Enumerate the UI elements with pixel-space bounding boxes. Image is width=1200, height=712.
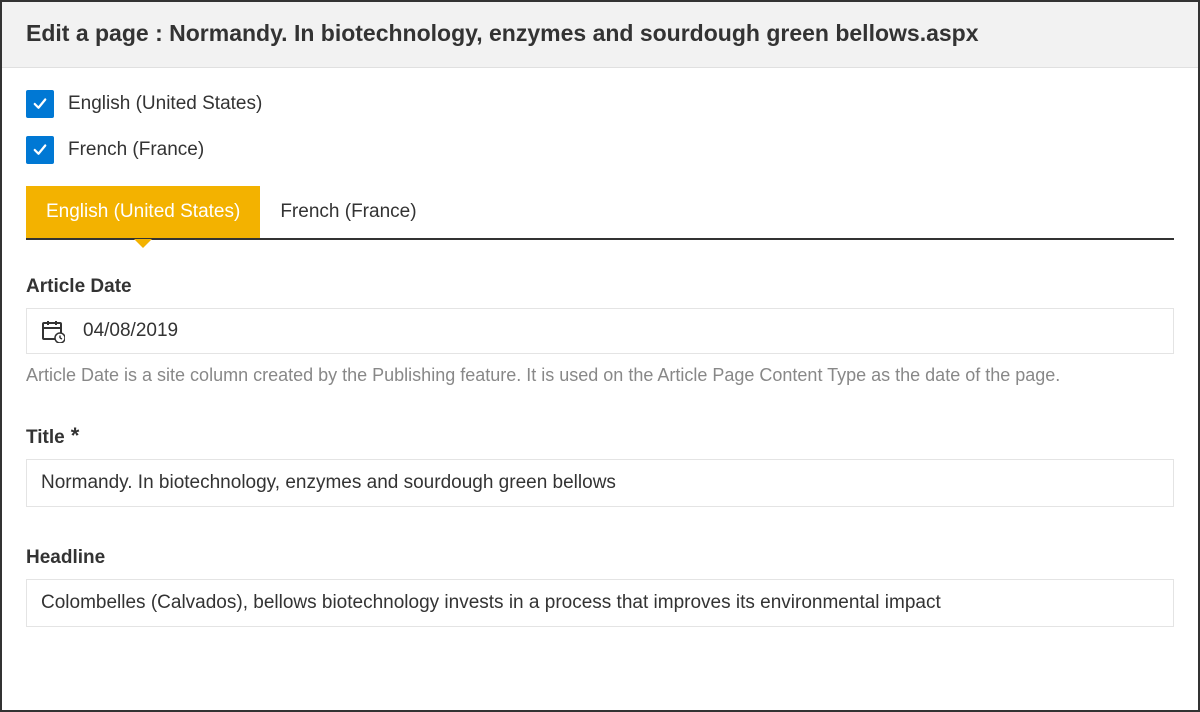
field-article-date: Article Date 04/08/2019 xyxy=(26,276,1174,387)
language-label: English (United States) xyxy=(68,93,262,115)
language-tabs: English (United States) French (France) xyxy=(26,186,1174,240)
calendar-icon xyxy=(41,319,65,343)
page-header: Edit a page : Normandy. In biotechnology… xyxy=(2,2,1198,68)
checkbox-en[interactable] xyxy=(26,90,54,118)
language-option-fr[interactable]: French (France) xyxy=(26,136,1174,164)
title-input[interactable] xyxy=(26,459,1174,507)
field-headline: Headline xyxy=(26,547,1174,627)
tab-french[interactable]: French (France) xyxy=(260,186,436,238)
language-label: French (France) xyxy=(68,139,204,161)
required-mark: * xyxy=(71,427,80,445)
article-date-input[interactable]: 04/08/2019 xyxy=(26,308,1174,354)
language-option-en[interactable]: English (United States) xyxy=(26,90,1174,118)
title-label: Title xyxy=(26,427,65,449)
tab-english[interactable]: English (United States) xyxy=(26,186,260,238)
field-title: Title * xyxy=(26,427,1174,507)
page-title: Edit a page : Normandy. In biotechnology… xyxy=(26,20,1174,47)
article-date-help: Article Date is a site column created by… xyxy=(26,364,1174,387)
headline-input[interactable] xyxy=(26,579,1174,627)
article-date-label: Article Date xyxy=(26,276,1174,298)
article-date-value: 04/08/2019 xyxy=(83,320,178,342)
headline-label: Headline xyxy=(26,547,1174,569)
check-icon xyxy=(31,95,49,113)
check-icon xyxy=(31,141,49,159)
checkbox-fr[interactable] xyxy=(26,136,54,164)
